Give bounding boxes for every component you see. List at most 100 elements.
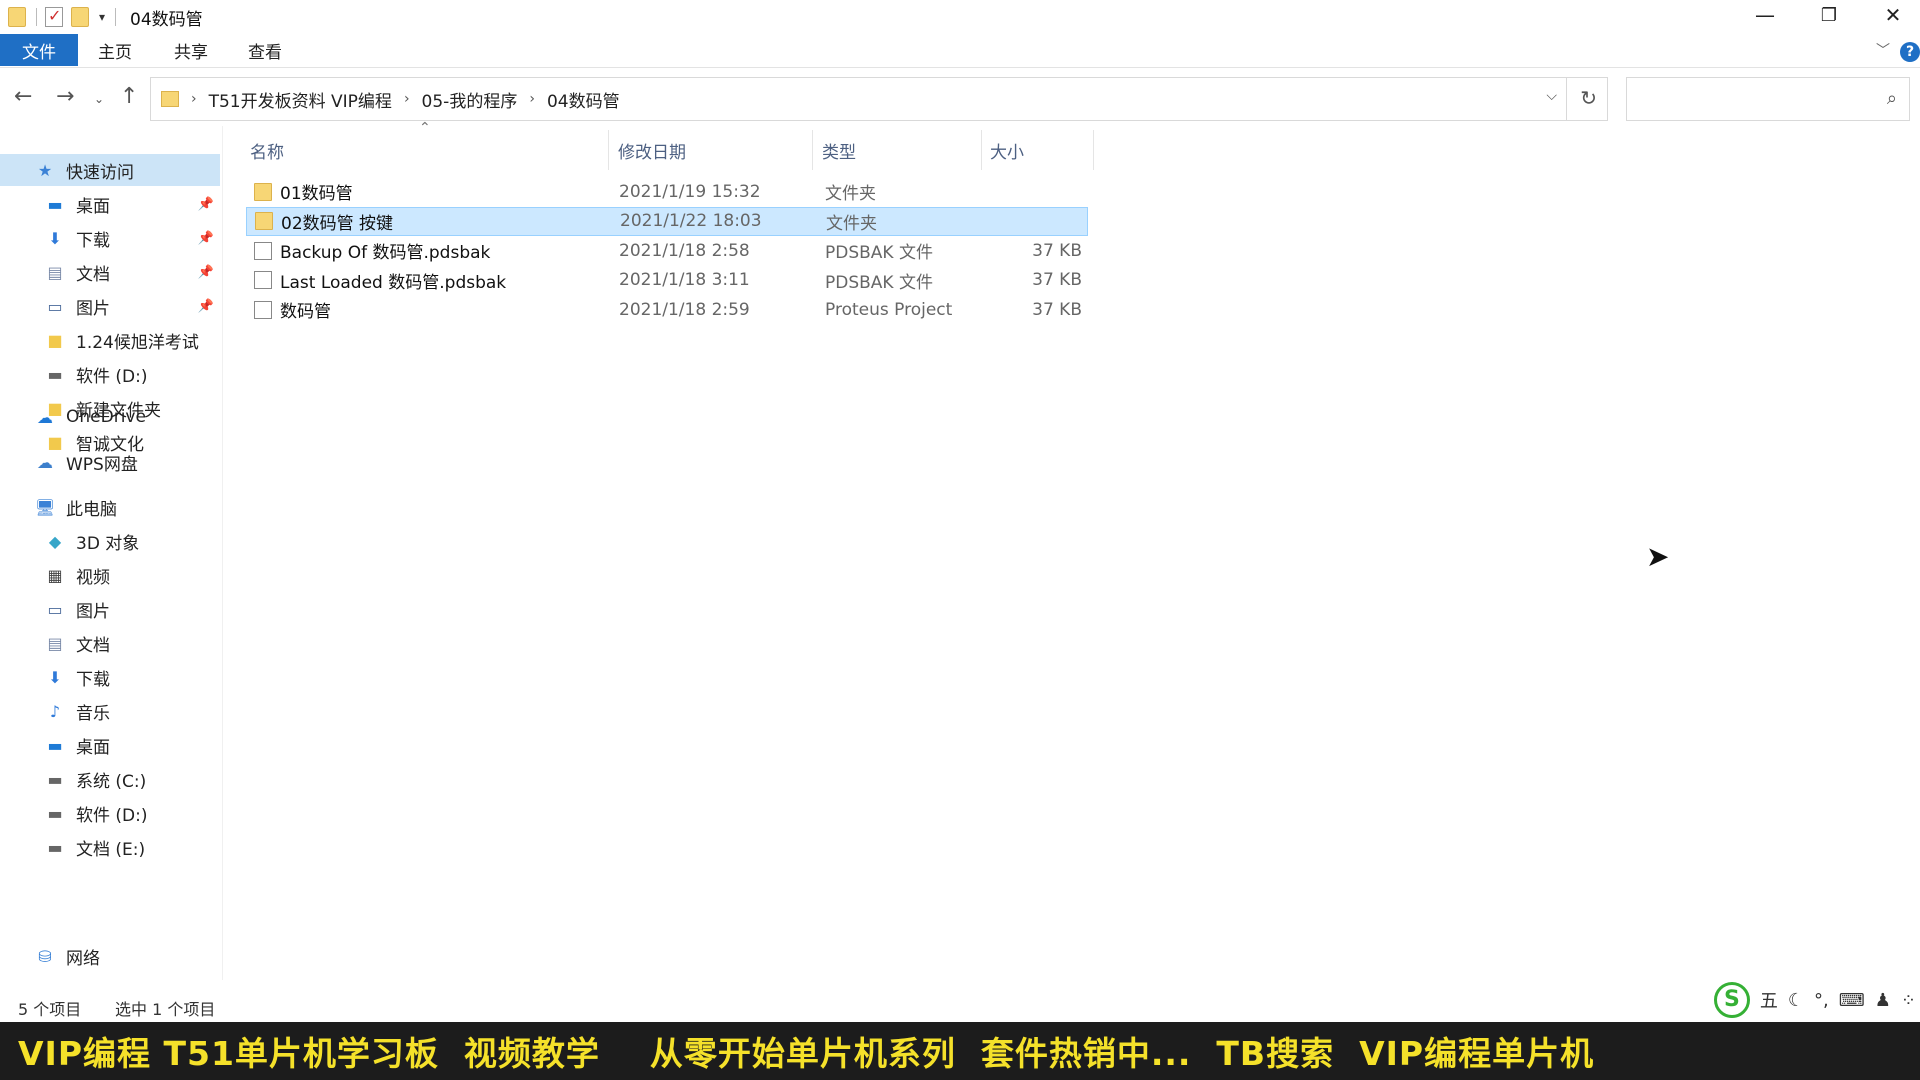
sidebar-item-quick-2[interactable]: ▤ 文档 📌 [0, 256, 220, 288]
properties-icon[interactable] [45, 6, 63, 27]
sidebar-item-quick-0[interactable]: ▬ 桌面 📌 [0, 188, 220, 220]
search-icon[interactable]: ⌕ [1887, 88, 1897, 109]
sidebar-item-pc-2[interactable]: ▭ 图片 [0, 593, 220, 625]
file-date: 2021/1/18 2:59 [619, 299, 750, 320]
search-input[interactable]: ⌕ [1626, 77, 1910, 121]
sidebar-item-label: 1.24候旭洋考试 [76, 332, 199, 353]
sidebar-item-pc-3[interactable]: ▤ 文档 [0, 627, 220, 659]
navigation-pane: ★ 快速访问 ☁ OneDrive ☁ WPS网盘 🖥 此电脑 ⛁ 网络 ▬ 桌面… [0, 126, 222, 980]
table-row[interactable]: Backup Of 数码管.pdsbak 2021/1/18 2:58 PDSBAK… [246, 236, 1088, 265]
pin-icon[interactable]: 📌 [198, 299, 214, 314]
close-button[interactable]: ✕ [1862, 0, 1920, 30]
recent-locations-icon[interactable]: ⌄ [94, 92, 104, 106]
sidebar-item-pc-9[interactable]: ▬ 文档 (E:) [0, 831, 220, 863]
sidebar-item-label: 图片 [76, 298, 110, 319]
refresh-icon[interactable]: ↻ [1580, 86, 1597, 110]
forward-arrow-icon[interactable]: → [56, 84, 74, 109]
customize-quick-access-icon[interactable]: ▾ [99, 10, 105, 24]
sidebar-item-quick-access[interactable]: ★ 快速访问 [0, 154, 220, 186]
sidebar-item-network[interactable]: ⛁ 网络 [0, 940, 220, 972]
sidebar-item-pc-1[interactable]: ▦ 视频 [0, 559, 220, 591]
restore-button[interactable]: ❐ [1798, 0, 1860, 30]
column-header-size[interactable]: 大小 [990, 138, 1024, 163]
chevron-right-icon[interactable]: › [404, 91, 410, 107]
sidebar-item-pc-8[interactable]: ▬ 软件 (D:) [0, 797, 220, 829]
sidebar-item-pc-6[interactable]: ▬ 桌面 [0, 729, 220, 761]
sidebar-item-label: 下载 [76, 669, 110, 690]
quick-access-divider [36, 8, 37, 26]
sidebar-item-this-pc[interactable]: 🖥 此电脑 [0, 491, 220, 523]
sidebar-item-label: 3D 对象 [76, 533, 140, 554]
file-name: Last Loaded 数码管.pdsbak [280, 272, 507, 293]
file-name: 数码管 [280, 302, 331, 322]
chevron-right-icon[interactable]: › [191, 91, 197, 107]
chevron-down-icon[interactable]: ﹀ [1876, 40, 1890, 60]
video-icon: ▦ [47, 565, 63, 585]
sidebar-item-pc-7[interactable]: ▬ 系统 (C:) [0, 763, 220, 795]
document-icon: ▤ [47, 262, 63, 282]
file-date: 2021/1/18 2:58 [619, 240, 750, 261]
column-header-type[interactable]: 类型 [822, 138, 856, 163]
sidebar-item-quick-7[interactable]: ■ 智诚文化 [0, 426, 220, 458]
grid-icon[interactable]: ⁘ [1901, 990, 1916, 1011]
tab-share[interactable]: 共享 [164, 34, 218, 66]
title-bar: ▾ 04数码管 — ❐ ✕ [0, 0, 1920, 34]
sidebar-item-label: 网络 [66, 948, 100, 969]
sidebar-item-quick-4[interactable]: ■ 1.24候旭洋考试 [0, 324, 220, 356]
status-bar: 5 个项目 选中 1 个项目 [0, 990, 1920, 1022]
pane-divider[interactable] [222, 126, 223, 980]
keyboard-icon[interactable]: ⌨ [1839, 990, 1865, 1011]
sidebar-item-label: 桌面 [76, 737, 110, 758]
sidebar-item-quick-6[interactable]: ■ 新建文件夹 [0, 392, 220, 424]
punctuation-icon[interactable]: °, [1814, 990, 1829, 1011]
pin-icon[interactable]: 📌 [198, 265, 214, 280]
sidebar-item-quick-3[interactable]: ▭ 图片 📌 [0, 290, 220, 322]
up-arrow-icon[interactable]: ↑ [120, 84, 138, 109]
new-folder-icon[interactable] [71, 7, 89, 27]
tab-file[interactable]: 文件 [0, 34, 78, 66]
pin-icon[interactable]: 📌 [198, 231, 214, 246]
sidebar-item-label: 文档 [76, 264, 110, 285]
file-date: 2021/1/18 3:11 [619, 270, 750, 290]
column-header-name[interactable]: 名称 [250, 138, 284, 163]
chevron-right-icon[interactable]: › [529, 91, 535, 107]
sidebar-item-pc-4[interactable]: ⬇ 下载 [0, 661, 220, 693]
table-row[interactable]: Last Loaded 数码管.pdsbak 2021/1/18 3:11 PDSB… [246, 266, 1088, 295]
column-divider[interactable] [608, 130, 609, 170]
sidebar-item-pc-5[interactable]: ♪ 音乐 [0, 695, 220, 727]
moon-icon[interactable]: ☾ [1788, 990, 1804, 1011]
tab-view[interactable]: 查看 [238, 34, 292, 66]
table-row[interactable]: 数码管 2021/1/18 2:59 Proteus Project 37 KB [246, 295, 1088, 324]
tab-home[interactable]: 主页 [88, 34, 142, 66]
address-bar[interactable]: › T51开发板资料 VIP编程 › 05-我的程序 › 04数码管 ⌵ ↻ [150, 77, 1608, 121]
sidebar-item-quick-1[interactable]: ⬇ 下载 📌 [0, 222, 220, 254]
help-icon[interactable]: ? [1900, 42, 1920, 62]
item-count: 5 个项目 [18, 1000, 82, 1019]
minimize-button[interactable]: — [1734, 0, 1796, 30]
column-divider[interactable] [812, 130, 813, 170]
table-row[interactable]: 01数码管 2021/1/19 15:32 文件夹 [246, 177, 1088, 206]
pin-icon[interactable]: 📌 [198, 197, 214, 212]
breadcrumb-item[interactable]: 04数码管 [547, 87, 620, 112]
ime-mode[interactable]: 五 [1760, 987, 1778, 1013]
column-divider[interactable] [1093, 130, 1094, 170]
user-icon[interactable]: ♟ [1875, 990, 1891, 1011]
file-type: 文件夹 [825, 184, 876, 204]
folder-icon: ■ [47, 432, 63, 452]
address-dropdown-icon[interactable]: ⌵ [1546, 88, 1557, 104]
back-arrow-icon[interactable]: ← [14, 84, 32, 109]
sidebar-item-label: 快速访问 [66, 162, 134, 183]
sidebar-item-quick-5[interactable]: ▬ 软件 (D:) [0, 358, 220, 390]
file-name: 01数码管 [280, 184, 353, 204]
sidebar-item-label: 文档 [76, 635, 110, 656]
table-row[interactable]: 02数码管 按键 2021/1/22 18:03 文件夹 [246, 206, 1088, 236]
selection-count: 选中 1 个项目 [115, 1000, 216, 1019]
desktop-icon: ▬ [47, 194, 63, 214]
column-divider[interactable] [981, 130, 982, 170]
sidebar-item-pc-0[interactable]: ◆ 3D 对象 [0, 525, 220, 557]
breadcrumb-item[interactable]: 05-我的程序 [422, 87, 518, 112]
sogou-logo-icon[interactable]: S [1713, 982, 1750, 1018]
column-header-date[interactable]: 修改日期 [618, 138, 686, 163]
breadcrumb-item[interactable]: T51开发板资料 VIP编程 [209, 87, 392, 112]
music-icon: ♪ [49, 701, 61, 721]
